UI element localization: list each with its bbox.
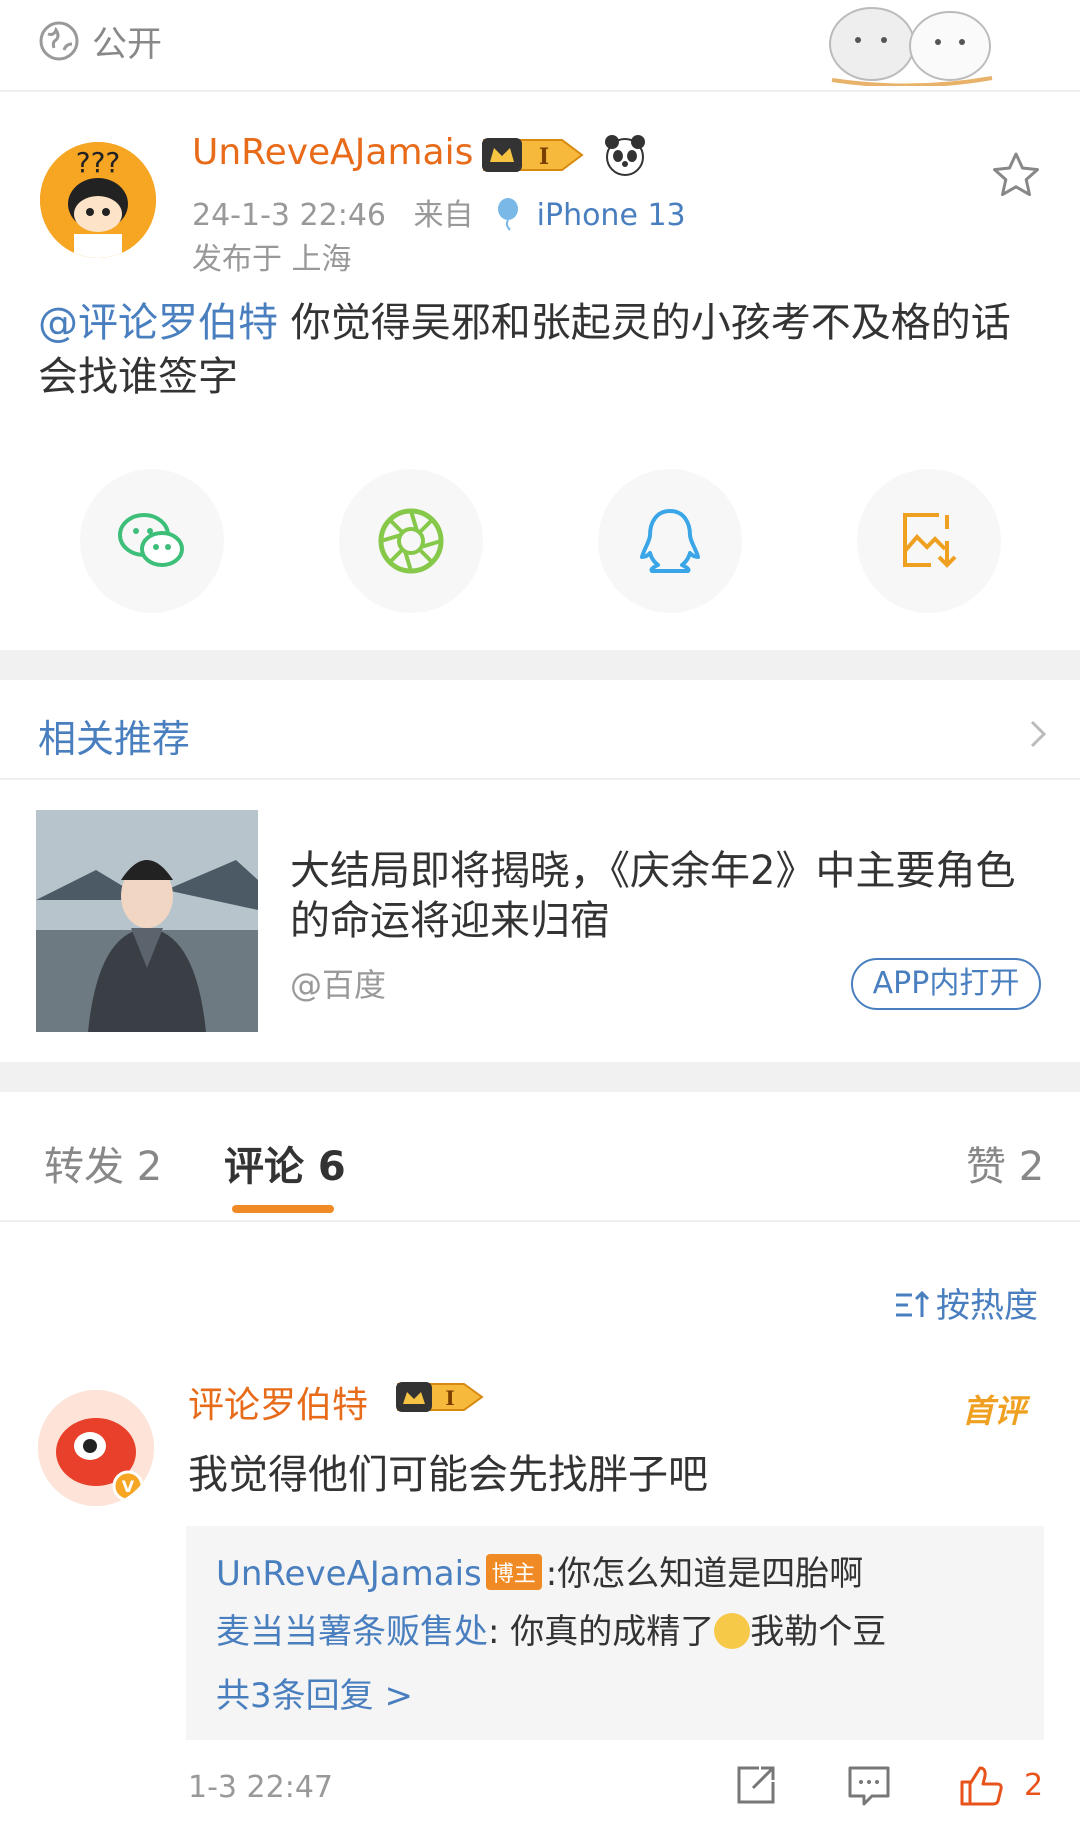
tab-comments[interactable]: 评论 6 <box>224 1134 346 1192</box>
wechat-icon <box>118 513 184 567</box>
post-username[interactable]: UnReveAJamais <box>192 132 473 173</box>
chevron-right-icon <box>1030 720 1047 748</box>
comment-icon[interactable] <box>846 1762 892 1808</box>
svg-text:V: V <box>122 1477 135 1496</box>
balloon-icon <box>498 198 519 231</box>
share-qq-button[interactable] <box>598 469 742 613</box>
surprised-emoji-icon <box>714 1613 751 1649</box>
post-device[interactable]: iPhone 13 <box>537 198 686 233</box>
post-time: 24-1-3 22:46 <box>192 198 386 233</box>
qq-icon <box>640 509 700 573</box>
post-tabs: 转发 2 评论 6 赞 2 <box>0 1092 1080 1222</box>
reply-item: 麦当当薯条贩售处: 你真的成精了 我勒个豆 <box>216 1604 886 1653</box>
post-text: @评论罗伯特 你觉得吴邪和张起灵的小孩考不及格的话会找谁签字 <box>38 296 1048 404</box>
share-wechat-button[interactable] <box>80 469 224 613</box>
share-moments-button[interactable] <box>339 469 483 613</box>
post-mention-link[interactable]: @评论罗伯特 <box>38 300 278 346</box>
commenter-avatar[interactable]: V <box>38 1390 154 1506</box>
article-headline: 大结局即将揭晓，《庆余年2》中主要角色的命运将迎来归宿 <box>290 848 1016 944</box>
sort-label: 按热度 <box>936 1286 1038 1326</box>
blogger-tag: 博主 <box>485 1554 542 1590</box>
post-from-label: 来自 <box>413 198 474 233</box>
first-comment-tag: 首评 <box>962 1392 1027 1430</box>
svg-text:I: I <box>445 1386 454 1410</box>
related-header[interactable]: 相关推荐 <box>0 680 1080 780</box>
article-source: @百度 <box>290 966 387 1004</box>
reply-text-end: 我勒个豆 <box>750 1612 887 1652</box>
more-replies-link[interactable]: 共3条回复 > <box>216 1668 413 1717</box>
favorite-star-icon[interactable] <box>990 150 1042 202</box>
share-icon[interactable] <box>733 1762 779 1808</box>
top-bar: 公开 <box>0 0 1080 92</box>
related-title: 相关推荐 <box>38 717 191 761</box>
reply-text: :你怎么知道是四胎啊 <box>545 1554 864 1594</box>
save-image-icon <box>903 513 957 568</box>
visibility-label: 公开 <box>92 25 163 65</box>
post-meta: 24-1-3 22:46 来自 iPhone 13 <box>192 190 686 234</box>
related-article-card[interactable]: 大结局即将揭晓，《庆余年2》中主要角色的命运将迎来归宿 @百度 APP内打开 <box>0 782 1080 1062</box>
like-count: 2 <box>1024 1768 1044 1803</box>
reply-author[interactable]: UnReveAJamais <box>216 1554 482 1594</box>
cat-sticker-decoration <box>829 7 993 86</box>
sort-toggle[interactable]: 按热度 <box>894 1278 1038 1327</box>
comment-author[interactable]: 评论罗伯特 <box>188 1376 368 1428</box>
save-image-button[interactable] <box>857 469 1001 613</box>
article-thumbnail <box>36 810 258 1032</box>
comment-time: 1-3 22:47 <box>188 1770 333 1805</box>
tab-repost[interactable]: 转发 2 <box>44 1134 162 1192</box>
tab-likes[interactable]: 赞 2 <box>966 1134 1044 1192</box>
reply-author[interactable]: 麦当当薯条贩售处 <box>216 1612 488 1652</box>
svg-text:I: I <box>539 144 549 170</box>
section-divider <box>0 1062 1080 1092</box>
like-thumb-icon[interactable] <box>958 1762 1004 1808</box>
comment-text: 我觉得他们可能会先找胖子吧 <box>188 1452 708 1498</box>
post-location: 发布于 上海 <box>192 242 352 277</box>
replies-box[interactable]: UnReveAJamais 博主:你怎么知道是四胎啊 麦当当薯条贩售处: 你真的成… <box>186 1526 1044 1740</box>
active-tab-indicator <box>232 1205 334 1213</box>
section-divider <box>0 650 1080 680</box>
sort-icon <box>896 1290 930 1317</box>
reply-text: : 你真的成精了 <box>488 1612 715 1652</box>
svg-text:???: ??? <box>76 146 121 179</box>
panda-icon <box>605 135 645 176</box>
post-card: ??? UnReveAJamais I 24-1-3 22:46 来自 iPho… <box>0 92 1080 650</box>
open-in-app-button[interactable]: APP内打开 <box>851 958 1041 1010</box>
vip-crown-badge-icon: I <box>482 138 584 172</box>
vip-crown-badge-icon: I <box>396 1382 484 1412</box>
moments-icon <box>378 508 444 574</box>
globe-icon <box>39 21 79 61</box>
reply-item: UnReveAJamais 博主:你怎么知道是四胎啊 <box>216 1546 863 1595</box>
user-avatar[interactable]: ??? <box>40 142 156 258</box>
